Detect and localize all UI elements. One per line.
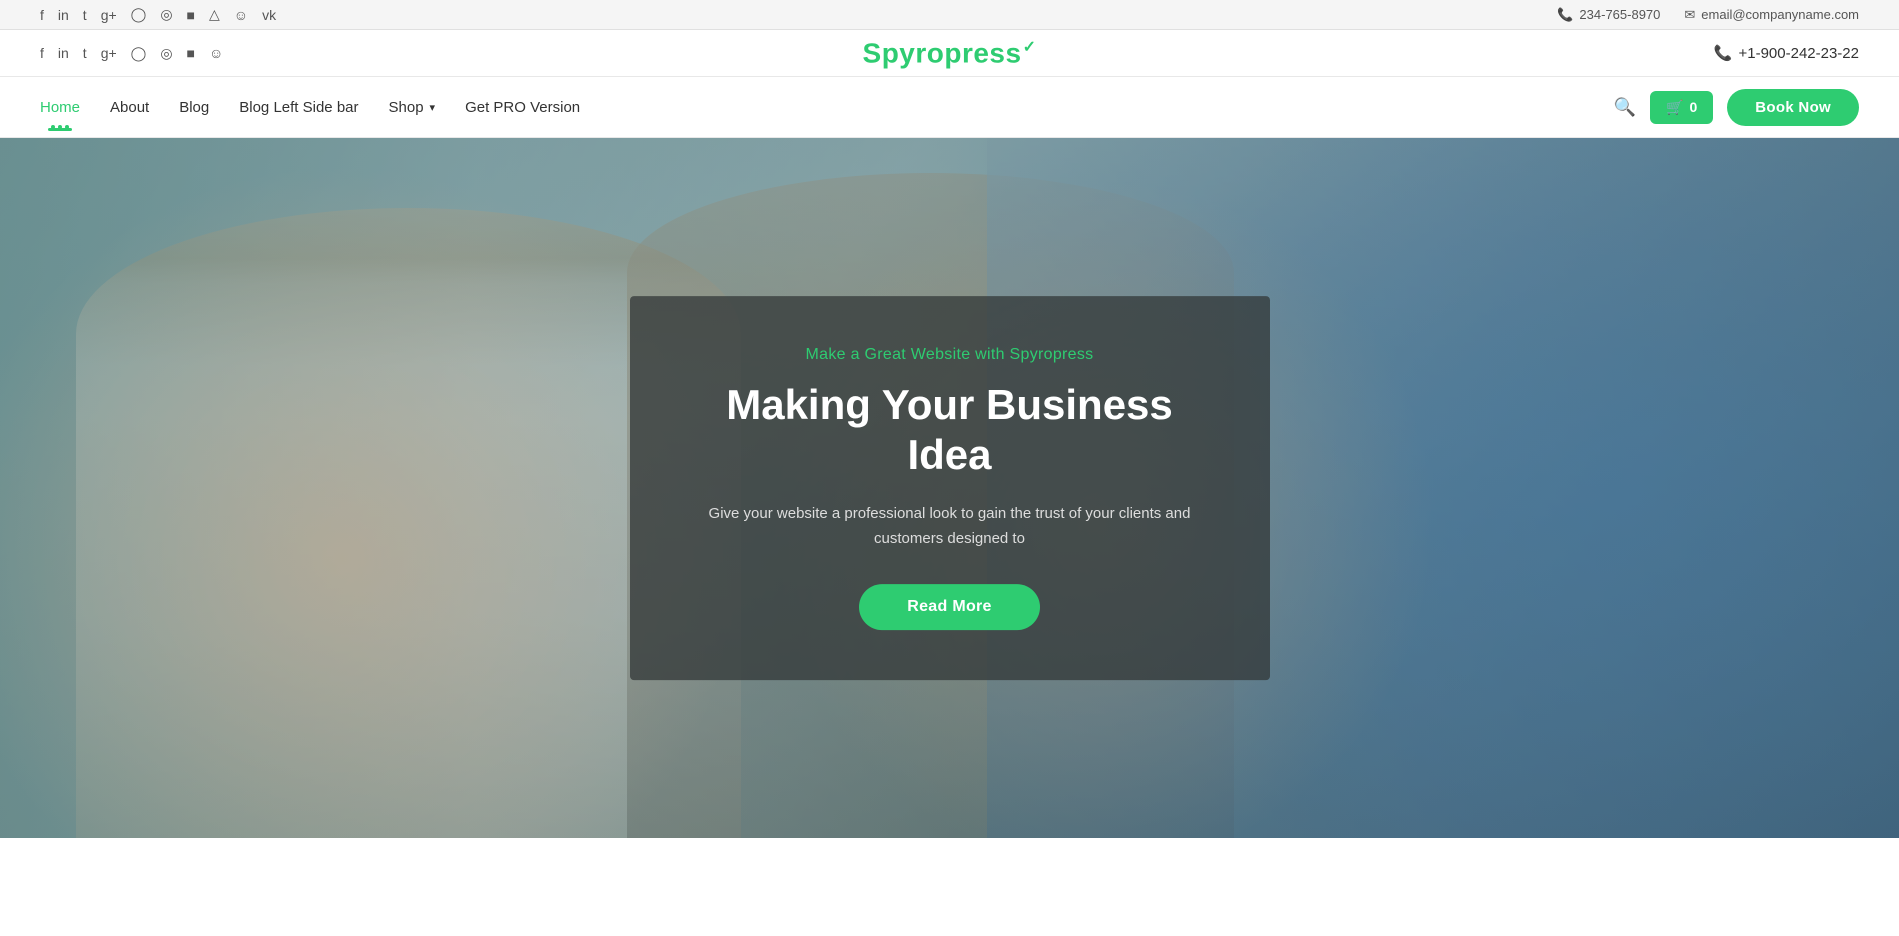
logobar-dribbble-icon[interactable]: ◎ [160, 45, 172, 62]
topbar-skype-icon[interactable]: ☺ [234, 7, 248, 23]
logobar-skype-icon[interactable]: ☺ [209, 45, 223, 61]
topbar-twitter-icon[interactable]: t [83, 7, 87, 23]
logobar-instagram-icon[interactable]: ◯ [131, 45, 147, 62]
logobar-phone: 📞 +1-900-242-23-22 [1714, 44, 1859, 62]
nav-get-pro-label: Get PRO Version [465, 99, 580, 116]
logobar-facebook-icon[interactable]: f [40, 45, 44, 61]
site-logo[interactable]: Spyropress✓ [863, 37, 1037, 69]
topbar-vk-icon[interactable]: vk [262, 7, 276, 23]
logobar-linkedin-icon[interactable]: in [58, 45, 69, 61]
topbar-dribbble-icon[interactable]: ◎ [160, 6, 172, 23]
logobar-behance-icon[interactable]: ■ [187, 45, 195, 61]
logobar-twitter-icon[interactable]: t [83, 45, 87, 61]
phone-receiver-icon: 📞 [1714, 44, 1733, 62]
topbar-phone-number[interactable]: 234-765-8970 [1579, 7, 1660, 22]
hero-title: Making Your Business Idea [690, 380, 1210, 481]
logo-rest: pyropress [882, 37, 1022, 68]
topbar-email: ✉ email@companyname.com [1684, 7, 1859, 23]
topbar-phone: 📞 234-765-8970 [1557, 7, 1660, 23]
logobar-social-icons: f in t g+ ◯ ◎ ■ ☺ [40, 45, 223, 62]
nav-links: Home About Blog Blog Left Side bar Shop … [40, 77, 580, 137]
nav-blog-left-sidebar-label: Blog Left Side bar [239, 99, 358, 116]
nav-blog-left-sidebar[interactable]: Blog Left Side bar [239, 77, 358, 137]
cart-button[interactable]: 🛒 0 [1650, 91, 1713, 124]
cart-count: 0 [1689, 99, 1697, 115]
logo-leaf-icon: ✓ [1023, 39, 1037, 56]
email-icon: ✉ [1684, 7, 1695, 23]
topbar-googleplus-icon[interactable]: g+ [101, 7, 117, 23]
nav-about-label: About [110, 99, 149, 116]
logobar-googleplus-icon[interactable]: g+ [101, 45, 117, 61]
nav-blog[interactable]: Blog [179, 77, 209, 137]
topbar-email-address[interactable]: email@companyname.com [1701, 7, 1859, 22]
logo-s: S [863, 37, 882, 68]
nav-get-pro[interactable]: Get PRO Version [465, 77, 580, 137]
topbar-facebook-icon[interactable]: f [40, 7, 44, 23]
nav-bar: Home About Blog Blog Left Side bar Shop … [0, 76, 1899, 138]
hero-description: Give your website a professional look to… [690, 501, 1210, 552]
nav-shop[interactable]: Shop ▾ [389, 77, 436, 137]
hero-section: Make a Great Website with Spyropress Mak… [0, 138, 1899, 838]
topbar-behance-icon[interactable]: ■ [187, 7, 195, 23]
nav-shop-label: Shop [389, 99, 424, 116]
search-icon: 🔍 [1614, 97, 1636, 118]
top-bar: f in t g+ ◯ ◎ ■ △ ☺ vk 📞 234-765-8970 ✉ … [0, 0, 1899, 30]
hero-content-box: Make a Great Website with Spyropress Mak… [630, 296, 1270, 680]
book-now-button[interactable]: Book Now [1727, 89, 1859, 126]
topbar-contact: 📞 234-765-8970 ✉ email@companyname.com [1557, 7, 1859, 23]
phone-icon: 📞 [1557, 7, 1573, 23]
nav-home-label: Home [40, 99, 80, 116]
topbar-social-icons: f in t g+ ◯ ◎ ■ △ ☺ vk [40, 6, 276, 23]
hero-subtitle: Make a Great Website with Spyropress [690, 346, 1210, 364]
nav-about[interactable]: About [110, 77, 149, 137]
nav-home[interactable]: Home [40, 77, 80, 137]
hero-cta-button[interactable]: Read More [859, 584, 1040, 630]
logo-bar: f in t g+ ◯ ◎ ■ ☺ Spyropress✓ 📞 +1-900-2… [0, 30, 1899, 76]
logobar-phone-number[interactable]: +1-900-242-23-22 [1738, 45, 1859, 62]
topbar-linkedin-icon[interactable]: in [58, 7, 69, 23]
nav-right-actions: 🔍 🛒 0 Book Now [1614, 89, 1859, 126]
search-button[interactable]: 🔍 [1614, 97, 1636, 118]
nav-home-indicator [51, 125, 69, 129]
chevron-down-icon: ▾ [430, 101, 436, 114]
cart-icon: 🛒 [1666, 99, 1683, 116]
nav-blog-label: Blog [179, 99, 209, 116]
topbar-tumblr-icon[interactable]: △ [209, 6, 220, 23]
topbar-instagram-icon[interactable]: ◯ [131, 6, 147, 23]
